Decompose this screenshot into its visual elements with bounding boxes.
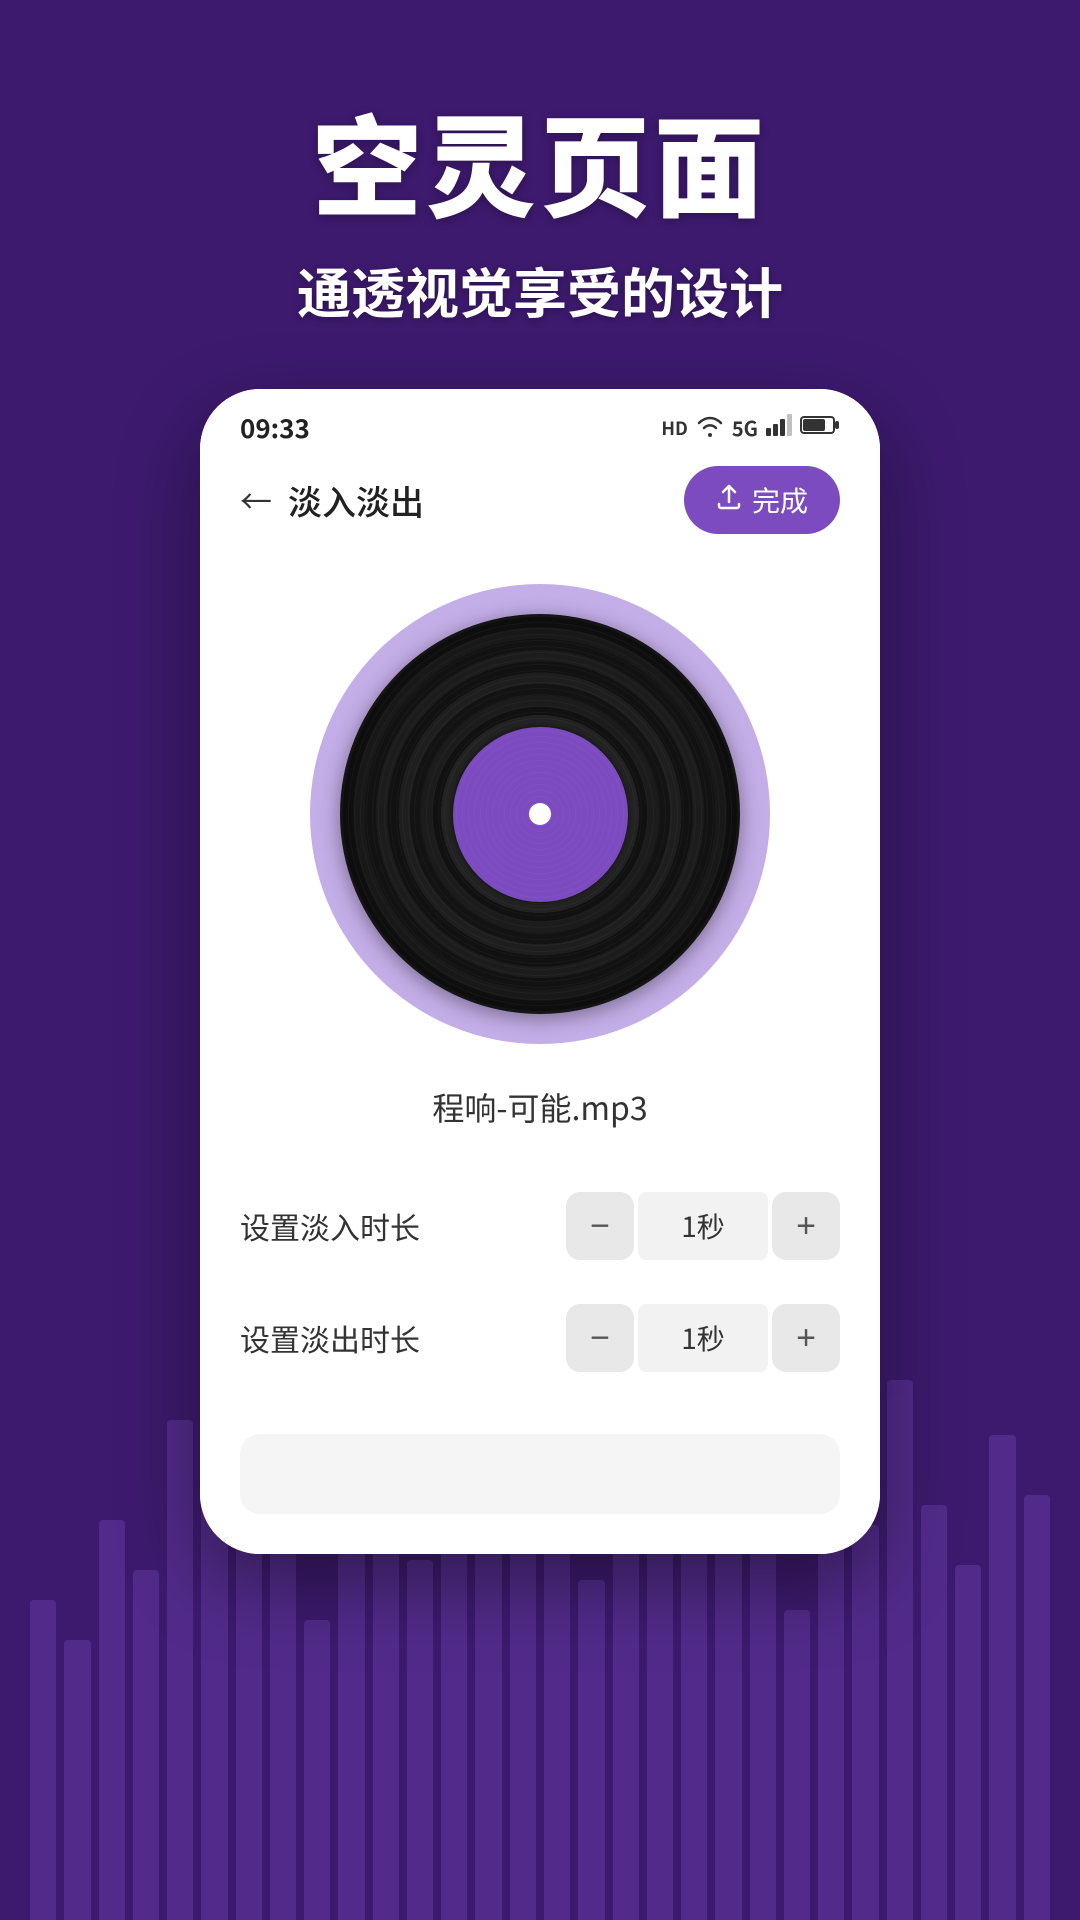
vinyl-record: [340, 614, 740, 1014]
back-button[interactable]: ←: [240, 477, 272, 523]
fade-in-label: 设置淡入时长: [240, 1204, 420, 1248]
hd-badge: HD: [661, 415, 687, 441]
complete-button[interactable]: 完成: [684, 466, 840, 534]
bg-bar: [544, 1510, 570, 1920]
nav-title: 淡入淡出: [288, 476, 424, 525]
fade-out-plus-button[interactable]: +: [772, 1304, 840, 1372]
fade-in-value: 1秒: [638, 1192, 768, 1260]
bg-bar: [955, 1565, 981, 1920]
phone-container: 09:33 HD 5G: [0, 389, 1080, 1554]
fade-in-row: 设置淡入时长 − 1秒 +: [240, 1170, 840, 1282]
nav-bar: ← 淡入淡出 完成: [200, 456, 880, 554]
bg-bar: [236, 1540, 262, 1920]
bg-bar: [133, 1570, 159, 1920]
battery-icon: [800, 414, 840, 441]
bg-bar: [30, 1600, 56, 1920]
controls-section: 设置淡入时长 − 1秒 + 设置淡出时长 − 1秒 +: [200, 1160, 880, 1424]
vinyl-outer-ring: [310, 584, 770, 1044]
status-time: 09:33: [240, 409, 310, 446]
bottom-hint-bar: [240, 1434, 840, 1514]
bg-bar: [407, 1560, 433, 1920]
bg-bar: [852, 1525, 878, 1920]
network-label: 5G: [732, 413, 758, 442]
bg-bar: [304, 1620, 330, 1920]
vinyl-area: [200, 554, 880, 1064]
track-name: 程响-可能.mp3: [200, 1064, 880, 1160]
fade-out-input: − 1秒 +: [566, 1304, 840, 1372]
complete-upload-icon: [716, 484, 742, 517]
fade-in-minus-button[interactable]: −: [566, 1192, 634, 1260]
fade-in-input: − 1秒 +: [566, 1192, 840, 1260]
bg-bar: [681, 1550, 707, 1920]
bg-bar: [647, 1490, 673, 1920]
vinyl-grooves: [340, 614, 740, 1014]
phone-mockup: 09:33 HD 5G: [200, 389, 880, 1554]
main-title: 空灵页面: [0, 80, 1080, 240]
bg-bar: [1024, 1495, 1050, 1920]
bg-bar: [201, 1500, 227, 1920]
complete-label: 完成: [752, 480, 808, 520]
bg-bar: [578, 1580, 604, 1920]
fade-out-row: 设置淡出时长 − 1秒 +: [240, 1282, 840, 1394]
sub-title: 通透视觉享受的设计: [0, 250, 1080, 329]
bg-bar: [475, 1530, 501, 1920]
status-icons: HD 5G: [661, 412, 840, 444]
bg-bar: [921, 1505, 947, 1920]
bottom-area: [200, 1424, 880, 1554]
fade-out-value: 1秒: [638, 1304, 768, 1372]
fade-out-minus-button[interactable]: −: [566, 1304, 634, 1372]
bg-bar: [64, 1640, 90, 1920]
bg-bar: [784, 1610, 810, 1920]
signal-icon: [766, 414, 792, 441]
wifi-icon: [696, 412, 724, 444]
fade-out-label: 设置淡出时长: [240, 1316, 420, 1360]
fade-in-plus-button[interactable]: +: [772, 1192, 840, 1260]
bg-bar: [99, 1520, 125, 1920]
header-section: 空灵页面 通透视觉享受的设计: [0, 0, 1080, 329]
nav-left: ← 淡入淡出: [240, 476, 424, 525]
status-bar: 09:33 HD 5G: [200, 389, 880, 456]
